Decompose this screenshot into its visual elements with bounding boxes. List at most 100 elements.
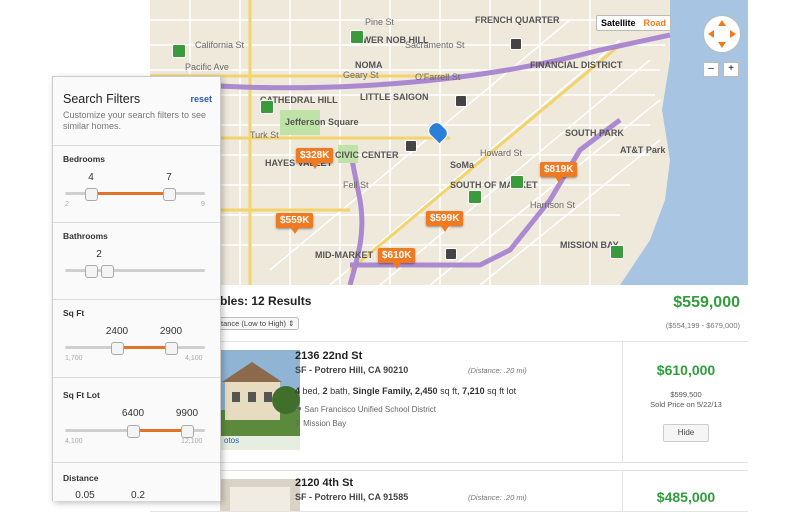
transit-icon [405, 140, 417, 152]
map-district-label: AT&T Park [620, 145, 666, 155]
listing-address[interactable]: 2136 22nd St [295, 350, 362, 362]
sqft-lot-low-value: 6400 [121, 408, 145, 419]
map-district-label: CIVIC CENTER [335, 150, 399, 160]
map-pin-icon: ⚲ [295, 419, 301, 428]
bedrooms-max: 9 [201, 201, 205, 208]
bathrooms-value: 2 [96, 249, 102, 260]
map-street-label: Geary St [343, 70, 379, 80]
map-district-label: SOUTH PARK [565, 128, 624, 138]
distance-label: Distance [63, 473, 99, 483]
sqft-low-value: 2400 [105, 326, 129, 337]
home-icon[interactable] [610, 245, 624, 259]
average-price: $559,000 [673, 294, 740, 311]
sqft-lot-max: 12,100 [181, 438, 203, 445]
lot-unit: sq ft lot [487, 386, 517, 396]
sqft-slider-fill [117, 346, 171, 349]
listing-card[interactable]: otos 2136 22nd St SF - Potrero Hill, CA … [150, 342, 748, 463]
bedrooms-label: Bedrooms [63, 154, 106, 164]
baths-value: 2 [322, 386, 328, 396]
bedrooms-min: 2 [65, 201, 69, 208]
hide-button[interactable]: Hide [663, 424, 709, 442]
lot-value: 7,210 [462, 386, 485, 396]
listing-distance: (Distance: .20 mi) [468, 366, 527, 375]
sqft-max-handle[interactable] [165, 342, 178, 355]
sqft-filter: Sq Ft 2400 2900 1,700 4,100 [53, 299, 220, 368]
distance-high-value: 0.2 [131, 490, 145, 501]
bedrooms-min-handle[interactable] [85, 188, 98, 201]
price-marker[interactable]: $328K [296, 148, 334, 169]
results-header: bles: 12 Results tance (Low to High) ⇕ $… [150, 285, 748, 342]
transit-icon [445, 248, 457, 260]
results-panel: bles: 12 Results tance (Low to High) ⇕ $… [150, 285, 748, 512]
zoom-in-button[interactable]: + [723, 62, 739, 77]
listing-photo[interactable]: otos [220, 350, 300, 450]
listing-price-column: $610,000 $599,500 Sold Price on 5/22/13 … [622, 342, 749, 462]
sold-price: $599,500 [670, 390, 702, 399]
price-marker[interactable]: $559K [276, 213, 314, 234]
home-icon[interactable] [510, 175, 524, 189]
neighborhood-name: Mission Bay [303, 419, 347, 428]
bathrooms-max-handle[interactable] [101, 265, 114, 278]
filters-title: Search Filters [63, 92, 141, 106]
photos-link[interactable]: otos [224, 436, 239, 445]
sqft-lot-filter: Sq Ft Lot 6400 9900 4,100 12,100 [53, 377, 220, 454]
sqft-high-value: 2900 [159, 326, 183, 337]
distance-filter: Distance 0.05 0.2 [53, 462, 220, 502]
price-marker[interactable]: $610K [378, 248, 416, 269]
zoom-out-button[interactable]: – [703, 62, 719, 77]
sold-date: Sold Price on 5/22/13 [650, 400, 722, 409]
sort-select[interactable]: tance (Low to High) ⇕ [216, 317, 300, 330]
bathrooms-label: Bathrooms [63, 231, 108, 241]
house-photo-icon [220, 350, 300, 450]
map-street-label: Howard St [480, 148, 523, 158]
home-icon[interactable] [172, 44, 186, 58]
reset-link[interactable]: reset [190, 94, 212, 104]
search-filters-panel: Search Filters reset Customize your sear… [52, 76, 221, 501]
price-range: ($554,199 - $679,000) [665, 321, 740, 330]
home-icon[interactable] [350, 30, 364, 44]
transit-icon [455, 95, 467, 107]
map-street-label: Fell St [343, 180, 369, 190]
home-icon[interactable] [468, 190, 482, 204]
listing-price: $485,000 [656, 489, 716, 505]
sqft-min-handle[interactable] [111, 342, 124, 355]
listing-address[interactable]: 2120 4th St [295, 477, 353, 489]
filters-subtitle: Customize your search filters to see sim… [63, 110, 207, 131]
map[interactable]: Pine St California St Sacramento St Gear… [150, 0, 748, 285]
listing-city: SF - Potrero Hill, CA 91585 [295, 492, 409, 502]
map-district-label: FRENCH QUARTER [475, 15, 560, 25]
map-street-label: Turk St [250, 130, 279, 140]
map-street-label: Pacific Ave [185, 62, 229, 72]
results-title: bles: 12 Results [220, 294, 312, 308]
map-type-toggle: Satellite Road [596, 15, 672, 31]
house-photo-icon [220, 479, 300, 511]
sqft-unit: sq ft, [440, 386, 460, 396]
pan-arrows-icon [708, 20, 736, 48]
map-street-label: O'Farrell St [415, 72, 461, 82]
pan-control[interactable] [703, 15, 741, 53]
bedrooms-max-handle[interactable] [163, 188, 176, 201]
road-button[interactable]: Road [640, 16, 671, 30]
satellite-button[interactable]: Satellite [597, 16, 640, 30]
property-type: Single Family, [352, 386, 413, 396]
listing-card[interactable]: 2120 4th St SF - Potrero Hill, CA 91585 … [150, 470, 748, 512]
listing-photo[interactable] [220, 479, 300, 511]
home-icon[interactable] [260, 100, 274, 114]
sqft-lot-min-handle[interactable] [127, 425, 140, 438]
sqft-lot-max-handle[interactable] [181, 425, 194, 438]
listing-city: SF - Potrero Hill, CA 90210 [295, 365, 409, 375]
transit-icon [510, 38, 522, 50]
school-icon: ⚑ [295, 405, 303, 414]
listing-price-column: $485,000 [622, 471, 749, 511]
beds-value: 4 [295, 386, 301, 396]
price-marker[interactable]: $599K [426, 211, 464, 232]
bedrooms-slider-fill [91, 192, 169, 195]
sqft-max: 4,100 [185, 355, 203, 362]
map-district-label: LITTLE SAIGON [360, 92, 429, 102]
price-marker[interactable]: $819K [540, 162, 578, 183]
bedrooms-high-value: 7 [166, 172, 172, 183]
bathrooms-min-handle[interactable] [85, 265, 98, 278]
map-street-label: Harrison St [530, 200, 576, 210]
map-district-label: SOUTH OF MARKET [450, 180, 538, 190]
map-district-label: FINANCIAL DISTRICT [530, 60, 623, 70]
